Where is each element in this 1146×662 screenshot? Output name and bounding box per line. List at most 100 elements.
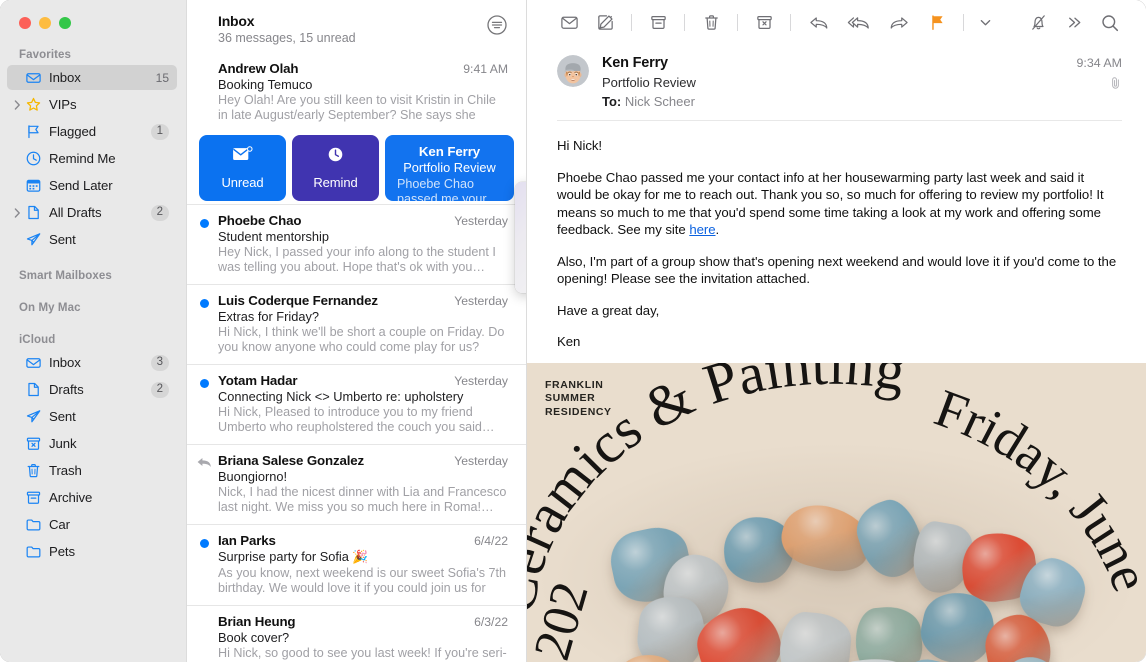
- sidebar-item-label: Inbox: [49, 355, 81, 370]
- archive-icon: [23, 489, 43, 506]
- sidebar-item-drafts[interactable]: Drafts 2: [7, 377, 177, 402]
- chevron-right-icon[interactable]: [11, 99, 23, 110]
- message-subject: Extras for Friday?: [218, 309, 319, 324]
- body-p1-text: Phoebe Chao passed me your contact info …: [557, 169, 1104, 238]
- sidebar-section-header: Favorites: [19, 49, 72, 61]
- sidebar-item-archive[interactable]: Archive: [7, 485, 177, 510]
- sidebar-item-inbox[interactable]: Inbox 15: [7, 65, 177, 90]
- sidebar-item-label: Remind Me: [49, 151, 116, 166]
- message-subject: Portfolio Review: [403, 160, 496, 175]
- remind-me-context-menu[interactable]: Remind me in 1 hourRemind me TonightRemi…: [515, 182, 526, 293]
- unread-dot: [200, 379, 209, 388]
- poster-arc-text: Ceramics & Painting Friday, June 202: [527, 363, 1146, 662]
- swipe-unread-button[interactable]: Unread: [199, 135, 286, 201]
- message-subject: Student mentorship: [218, 229, 329, 244]
- message-preview: Nick, I had the nicest dinner with Lia a…: [218, 485, 507, 514]
- context-menu-item[interactable]: Remind me Later...: [515, 262, 526, 287]
- message-from: Phoebe Chao: [218, 213, 302, 228]
- sidebar-item-car[interactable]: Car: [7, 512, 177, 537]
- sidebar-item-all-drafts[interactable]: All Drafts 2: [7, 200, 177, 225]
- junk-button[interactable]: [746, 9, 782, 37]
- window-controls: [0, 0, 186, 29]
- unread-badge: 2: [150, 381, 169, 398]
- reply-button[interactable]: [799, 9, 839, 37]
- message-from: Ian Parks: [218, 533, 276, 548]
- sidebar-item-label: Trash: [49, 463, 82, 478]
- sidebar-item-remind-me[interactable]: Remind Me: [7, 146, 177, 171]
- sidebar-section-header: On My Mac: [19, 302, 81, 314]
- sidebar-item-junk[interactable]: Junk: [7, 431, 177, 456]
- message-date: 6/3/22: [474, 615, 508, 629]
- body-p1-end: .: [715, 222, 720, 237]
- message-date: 9:41 AM: [463, 62, 508, 76]
- folder-icon: [23, 543, 43, 560]
- mark-unread-button[interactable]: [551, 9, 587, 37]
- message-row[interactable]: Phoebe Chao Yesterday Student mentorship…: [187, 204, 526, 284]
- chevron-down-icon[interactable]: [972, 9, 998, 37]
- swipe-remind-button[interactable]: Remind: [292, 135, 379, 201]
- zoom-button[interactable]: [59, 17, 71, 29]
- unread-dot: [200, 539, 209, 548]
- to-value[interactable]: Nick Scheer: [625, 94, 695, 109]
- sidebar-section-header: iCloud: [19, 334, 56, 346]
- message-from: Ken Ferry: [418, 144, 481, 159]
- message-row[interactable]: Ian Parks 6/4/22 Surprise party for Sofi…: [187, 524, 526, 605]
- inbox-icon: [23, 69, 43, 86]
- search-button[interactable]: [1092, 9, 1128, 37]
- sidebar-item-sent[interactable]: Sent: [7, 404, 177, 429]
- unread-dot: [200, 299, 209, 308]
- delete-button[interactable]: [693, 9, 729, 37]
- swipe-unread-label: Unread: [221, 175, 264, 190]
- clock-icon: [327, 146, 344, 168]
- body-signature: Ken: [557, 334, 581, 349]
- message-row[interactable]: Luis Coderque Fernandez Yesterday Extras…: [187, 284, 526, 364]
- sidebar-item-flagged[interactable]: Flagged 1: [7, 119, 177, 144]
- sidebar-item-send-later[interactable]: Send Later: [7, 173, 177, 198]
- toolbar-divider: [631, 14, 632, 31]
- message-row[interactable]: Brian Heung 6/3/22 Book cover? Hi Nick, …: [187, 605, 526, 662]
- message-time: 9:34 AM: [1076, 56, 1122, 70]
- message-row[interactable]: Briana Salese Gonzalez Yesterday Buongio…: [187, 444, 526, 524]
- sidebar-item-pets[interactable]: Pets: [7, 539, 177, 564]
- sidebar-item-inbox[interactable]: Inbox 3: [7, 350, 177, 375]
- context-menu-item[interactable]: Remind me Tomorrow: [515, 237, 526, 262]
- forward-button[interactable]: [879, 9, 919, 37]
- mute-button[interactable]: [1020, 9, 1056, 37]
- sidebar-item-vips[interactable]: VIPs: [7, 92, 177, 117]
- paperclip-icon[interactable]: [1109, 76, 1122, 95]
- sidebar-item-label: Drafts: [49, 382, 84, 397]
- sidebar-section-header: Smart Mailboxes: [19, 270, 112, 282]
- message-row[interactable]: Yotam Hadar Yesterday Connecting Nick <>…: [187, 364, 526, 444]
- unread-count: 15: [155, 70, 169, 85]
- flag-button[interactable]: [919, 9, 955, 37]
- filter-icon[interactable]: [486, 14, 508, 36]
- body-greeting: Hi Nick!: [557, 138, 603, 153]
- swipe-action-row: Unread Remind Ken Ferry Portfolio Review…: [187, 132, 526, 204]
- mail-window: Favorites Inbox 15 VIPs Flagged 1 Remind Me Sen…: [0, 0, 1146, 662]
- close-button[interactable]: [19, 17, 31, 29]
- reply-all-button[interactable]: [839, 9, 879, 37]
- context-menu-item[interactable]: Remind me Tonight: [515, 212, 526, 237]
- body-paragraph-2: Also, I'm part of a group show that's op…: [557, 253, 1117, 287]
- attachment-poster[interactable]: FRANKLIN SUMMER RESIDENCY Ceramics & Pai…: [527, 362, 1146, 662]
- message-row[interactable]: Andrew Olah 9:41 AM Booking Temuco Hey O…: [187, 53, 526, 132]
- compose-button[interactable]: [587, 9, 623, 37]
- sidebar-item-sent[interactable]: Sent: [7, 227, 177, 252]
- message-meta: 9:34 AM: [1077, 55, 1122, 95]
- context-menu-item[interactable]: Remind me in 1 hour: [515, 187, 526, 212]
- minimize-button[interactable]: [39, 17, 51, 29]
- sidebar-item-trash[interactable]: Trash: [7, 458, 177, 483]
- message-from: Andrew Olah: [218, 61, 299, 76]
- message-header: Ken Ferry Portfolio Review To: Nick Sche…: [557, 45, 1122, 121]
- swipe-remind-label: Remind: [313, 175, 358, 190]
- message-row-selected[interactable]: Ken Ferry Portfolio Review Phoebe Chao p…: [385, 135, 514, 201]
- unread-badge: 1: [150, 123, 169, 140]
- svg-text:Ceramics & Painting: Ceramics & Painting: [527, 363, 910, 618]
- portfolio-link[interactable]: here: [689, 222, 715, 237]
- chevron-right-icon[interactable]: [11, 207, 23, 218]
- document-icon: [23, 381, 43, 398]
- archive-button[interactable]: [640, 9, 676, 37]
- toolbar-divider: [737, 14, 738, 31]
- message-preview: Hey Olah! Are you still keen to visit Kr…: [218, 93, 496, 122]
- more-button[interactable]: [1056, 9, 1092, 37]
